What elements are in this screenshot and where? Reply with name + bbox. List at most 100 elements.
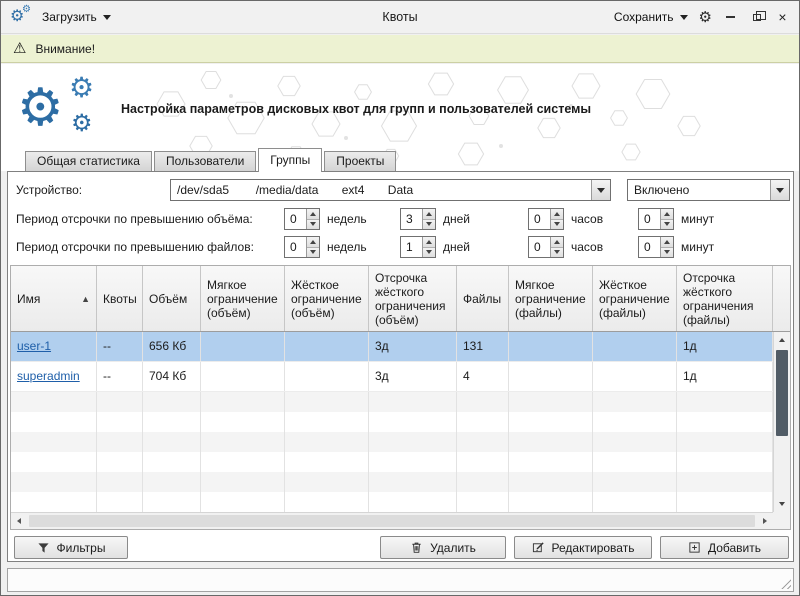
spin-up-button[interactable] (423, 209, 435, 220)
spin-down-button[interactable] (661, 248, 673, 258)
table-cell (201, 332, 285, 361)
empty-cell (11, 392, 97, 412)
empty-cell (143, 392, 201, 412)
spin-up-button[interactable] (551, 209, 563, 220)
table-cell: -- (97, 332, 143, 361)
spin-down-button[interactable] (307, 248, 319, 258)
spin-down-button[interactable] (551, 220, 563, 230)
empty-cell (677, 452, 773, 472)
close-button[interactable]: × (775, 7, 790, 27)
volume-grace-minutes-spinner[interactable]: 0 (638, 208, 674, 230)
column-header-grace-files[interactable]: Отсрочка жёсткого ограничения (файлы) (677, 266, 773, 331)
chevron-down-icon[interactable] (770, 180, 789, 200)
column-header-hard-files[interactable]: Жёсткое ограничение (файлы) (593, 266, 677, 331)
warning-icon: ⚠ (13, 41, 26, 56)
quota-status-select[interactable]: Включено (627, 179, 790, 201)
resize-grip[interactable] (779, 577, 791, 589)
empty-cell (369, 472, 457, 492)
empty-cell (97, 432, 143, 452)
spin-up-button[interactable] (423, 237, 435, 248)
empty-cell (509, 432, 593, 452)
volume-grace-hours-spinner[interactable]: 0 (528, 208, 564, 230)
empty-cell (285, 492, 369, 512)
device-select[interactable]: /dev/sda5 /media/data ext4 Data (170, 179, 611, 201)
unit-label: недель (327, 212, 367, 226)
table-row[interactable]: user-1 -- 656 Кб 3д 131 1д (11, 332, 773, 362)
horizontal-scrollbar[interactable] (11, 512, 773, 529)
quota-table: Имя ▲ Квоты Объём Мягкое ограничение (об… (10, 265, 791, 530)
tab-users[interactable]: Пользователи (154, 151, 256, 171)
column-header-grace-volume[interactable]: Отсрочка жёсткого ограничения (объём) (369, 266, 457, 331)
empty-cell (369, 412, 457, 432)
files-grace-hours: 0 часов (528, 236, 603, 258)
empty-cell (97, 492, 143, 512)
spin-down-button[interactable] (423, 220, 435, 230)
files-grace-days-spinner[interactable]: 1 (400, 236, 436, 258)
scroll-right-button[interactable] (757, 513, 773, 529)
spin-down-button[interactable] (423, 248, 435, 258)
warning-banner: ⚠ Внимание! (1, 35, 799, 63)
spin-up-button[interactable] (661, 209, 673, 220)
volume-grace-days-spinner[interactable]: 3 (400, 208, 436, 230)
spin-up-button[interactable] (661, 237, 673, 248)
spin-up-button[interactable] (551, 237, 563, 248)
empty-cell (369, 392, 457, 412)
vertical-scroll-track[interactable] (774, 348, 790, 496)
delete-button[interactable]: Удалить (380, 536, 506, 559)
tab-projects[interactable]: Проекты (324, 151, 396, 171)
empty-cell (509, 412, 593, 432)
column-header-hard-volume[interactable]: Жёсткое ограничение (объём) (285, 266, 369, 331)
vertical-scrollbar[interactable] (773, 332, 790, 512)
spin-down-button[interactable] (661, 220, 673, 230)
vertical-scroll-thumb[interactable] (776, 350, 788, 436)
column-header-files[interactable]: Файлы (457, 266, 509, 331)
load-menu-label: Загрузить (42, 10, 97, 24)
user-link[interactable]: superadmin (17, 369, 80, 383)
spin-down-button[interactable] (307, 220, 319, 230)
column-header-volume[interactable]: Объём (143, 266, 201, 331)
save-menu-button[interactable]: Сохранить (614, 10, 688, 24)
settings-gear-icon[interactable]: ⚙ (699, 10, 712, 25)
empty-cell (11, 472, 97, 492)
spin-down-button[interactable] (551, 248, 563, 258)
unit-label: часов (571, 212, 603, 226)
scroll-down-button[interactable] (774, 496, 790, 512)
user-link[interactable]: user-1 (17, 339, 51, 353)
empty-cell (143, 412, 201, 432)
files-grace-minutes: 0 минут (638, 236, 714, 258)
empty-cell (285, 392, 369, 412)
tab-general-stats[interactable]: Общая статистика (25, 151, 152, 171)
scroll-up-button[interactable] (774, 332, 790, 348)
minimize-button[interactable] (723, 7, 738, 27)
save-menu-label: Сохранить (614, 10, 674, 24)
column-header-soft-volume[interactable]: Мягкое ограничение (объём) (201, 266, 285, 331)
filters-button[interactable]: Фильтры (14, 536, 128, 559)
table-cell (285, 332, 369, 361)
horizontal-scroll-track[interactable] (27, 513, 757, 529)
edit-button[interactable]: Редактировать (514, 536, 652, 559)
volume-grace-days: 3 дней (400, 208, 470, 230)
unit-label: дней (443, 240, 470, 254)
empty-cell (457, 392, 509, 412)
chevron-down-icon[interactable] (591, 180, 610, 200)
column-header-soft-files[interactable]: Мягкое ограничение (файлы) (509, 266, 593, 331)
empty-cell (201, 392, 285, 412)
files-grace-minutes-spinner[interactable]: 0 (638, 236, 674, 258)
table-cell: 4 (457, 362, 509, 391)
add-button[interactable]: Добавить (660, 536, 789, 559)
spin-up-button[interactable] (307, 237, 319, 248)
files-grace-weeks-spinner[interactable]: 0 (284, 236, 320, 258)
volume-grace-weeks-spinner[interactable]: 0 (284, 208, 320, 230)
table-row[interactable]: superadmin -- 704 Кб 3д 4 1д (11, 362, 773, 392)
restore-button[interactable] (749, 7, 764, 27)
column-header-name[interactable]: Имя ▲ (11, 266, 97, 331)
spin-up-button[interactable] (307, 209, 319, 220)
scroll-left-button[interactable] (11, 513, 27, 529)
files-grace-hours-spinner[interactable]: 0 (528, 236, 564, 258)
empty-cell (509, 492, 593, 512)
empty-cell (457, 412, 509, 432)
column-header-quotas[interactable]: Квоты (97, 266, 143, 331)
horizontal-scroll-thumb[interactable] (29, 515, 755, 527)
tab-groups[interactable]: Группы (258, 148, 322, 172)
load-menu-button[interactable]: Загрузить (42, 10, 111, 24)
